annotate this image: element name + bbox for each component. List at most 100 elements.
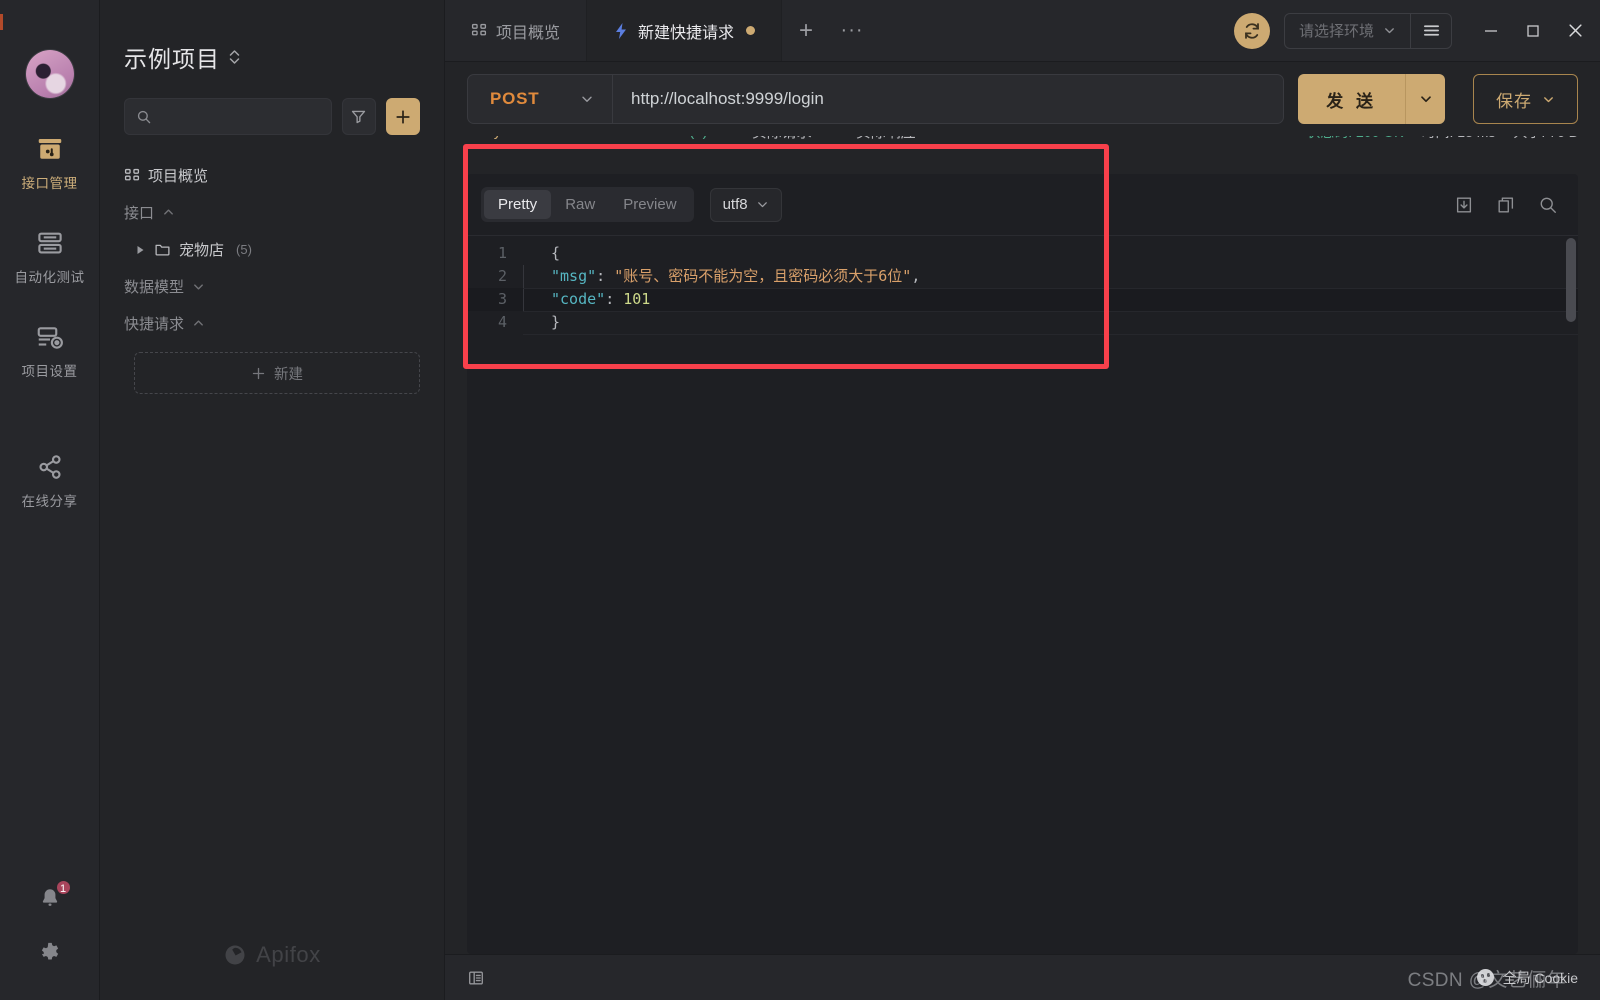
response-scrollbar[interactable]	[1566, 238, 1576, 952]
sidebar-section-label: 接口	[124, 205, 155, 222]
response-body-code[interactable]: 1 { 2 "msg": "账号、密码不能为空，且密码必须大于6位", 3 "c…	[467, 236, 1578, 954]
sidebar-section-quick-requests[interactable]: 快捷请求	[100, 305, 444, 342]
subtab-actual-response[interactable]: 实际响应	[856, 136, 916, 142]
row-separator	[523, 288, 1578, 289]
chevron-up-icon	[192, 317, 205, 330]
code-line: 3 "code": 101	[467, 288, 1578, 311]
sidebar-item-label: 项目概览	[148, 168, 209, 185]
rail-item-label: 在线分享	[21, 494, 78, 509]
view-mode-preview[interactable]: Preview	[609, 190, 690, 219]
subtab-cookie[interactable]: Cookie	[545, 136, 592, 140]
main-area: 项目概览 新建快捷请求 + ··· 请选择环境 POST http://loca…	[445, 0, 1600, 1000]
rail-item-automated-test[interactable]: 自动化测试	[0, 228, 100, 286]
rail-item-online-share[interactable]: 在线分享	[0, 452, 100, 510]
view-mode-raw[interactable]: Raw	[551, 190, 609, 219]
subtab-body[interactable]: Body	[467, 136, 501, 140]
project-sidebar: 示例项目 项目概览 接口 宠物店 (5) 数据模型 快捷请求 新建 Apifox	[100, 0, 445, 1000]
project-name: 示例项目	[124, 46, 220, 72]
rail-item-label: 自动化测试	[14, 270, 85, 285]
sidebar-folder-label: 宠物店	[179, 242, 225, 259]
filter-button[interactable]	[341, 98, 376, 135]
json-string: "账号、密码不能为空，且密码必须大于6位"	[614, 267, 912, 285]
search-input[interactable]	[160, 109, 320, 124]
apifox-watermark-label: Apifox	[256, 942, 321, 967]
chevron-down-icon	[756, 198, 769, 211]
sidebar-section-interfaces[interactable]: 接口	[100, 194, 444, 231]
environment-menu-button[interactable]	[1410, 13, 1451, 48]
notification-badge: 1	[54, 879, 72, 896]
code-line: 1 {	[467, 242, 1578, 265]
more-tabs-button[interactable]: ···	[830, 0, 874, 61]
sidebar-folder-petstore[interactable]: 宠物店 (5)	[100, 231, 444, 268]
sidebar-folder-count: (5)	[236, 242, 252, 257]
tab-label: 项目概览	[496, 24, 561, 42]
notifications-button[interactable]: 1	[37, 879, 72, 912]
rail-item-api-management[interactable]: 接口管理	[0, 134, 100, 192]
code-line: 4 }	[467, 311, 1578, 334]
add-button[interactable]	[385, 98, 420, 135]
cookie-icon	[1476, 969, 1494, 986]
subtab-actual-request[interactable]: 实际请求	[752, 136, 812, 142]
box-icon	[35, 134, 65, 164]
global-cookie-button[interactable]: 全局 Cookie	[1503, 968, 1578, 988]
copy-icon[interactable]	[1496, 195, 1516, 215]
scrollbar-thumb[interactable]	[1566, 238, 1576, 322]
url-input[interactable]	[613, 75, 1284, 123]
environment-select-trigger[interactable]: 请选择环境	[1285, 14, 1410, 48]
request-url-bar: POST 发 送 保存	[445, 62, 1600, 136]
http-method-select[interactable]: POST	[468, 75, 613, 123]
rail-bottom-group: 1	[37, 879, 72, 966]
tab-project-overview[interactable]: 项目概览	[445, 0, 588, 61]
view-mode-pretty[interactable]: Pretty	[484, 190, 552, 219]
sidebar-item-project-overview[interactable]: 项目概览	[100, 157, 444, 194]
download-icon[interactable]	[1454, 195, 1474, 215]
plus-icon	[251, 366, 266, 381]
status-code-text: 状态码: 200 OK	[1306, 136, 1403, 142]
line-number: 2	[497, 267, 507, 285]
status-bar-right: 全局 Cookie	[1476, 968, 1578, 988]
json-punct: :	[596, 267, 615, 285]
subtab-header[interactable]: Header (8)	[636, 136, 708, 140]
sync-button[interactable]	[1233, 12, 1270, 49]
row-separator	[523, 311, 1578, 312]
response-panel: Pretty Raw Preview utf8 1 {2 "msg": "账号…	[467, 174, 1578, 954]
apifox-watermark: Apifox	[100, 942, 444, 968]
user-avatar[interactable]	[25, 50, 74, 98]
chevron-down-icon	[580, 92, 594, 106]
send-button[interactable]: 发 送	[1298, 74, 1405, 124]
folder-icon	[154, 241, 171, 258]
response-toolbar-icons	[1454, 195, 1564, 215]
project-switcher[interactable]: 示例项目	[100, 0, 444, 74]
environment-label: 请选择环境	[1298, 23, 1374, 40]
environment-selector[interactable]: 请选择环境	[1283, 12, 1452, 49]
search-icon	[136, 109, 152, 125]
json-punct: :	[605, 290, 624, 308]
subtab-header-count: (8)	[689, 136, 707, 140]
new-tab-button[interactable]: +	[782, 0, 830, 61]
apifox-logo-icon	[223, 943, 247, 967]
save-button-label: 保存	[1496, 91, 1532, 111]
search-input-wrapper[interactable]	[124, 98, 332, 135]
left-nav-rail: 接口管理 自动化测试 项目设置 在线分享 1	[0, 0, 100, 1000]
tab-new-quick-request[interactable]: 新建快捷请求	[587, 0, 783, 61]
rail-item-project-settings[interactable]: 项目设置	[0, 322, 100, 380]
save-button[interactable]: 保存	[1473, 74, 1578, 124]
search-icon[interactable]	[1538, 195, 1558, 215]
new-quick-request-button[interactable]: 新建	[134, 352, 420, 394]
chevron-up-icon	[162, 206, 175, 219]
response-panel-wrapper: Pretty Raw Preview utf8 1 {2 "msg": "账号…	[445, 166, 1600, 954]
send-options-button[interactable]	[1405, 74, 1445, 124]
sidebar-section-label: 快捷请求	[124, 316, 185, 333]
settings-button[interactable]	[37, 940, 63, 966]
window-maximize-button[interactable]	[1512, 0, 1554, 62]
encoding-label: utf8	[722, 196, 748, 213]
encoding-select[interactable]: utf8	[709, 187, 782, 222]
window-close-button[interactable]	[1554, 0, 1596, 62]
panel-collapse-button[interactable]	[467, 969, 485, 987]
sidebar-search-row	[100, 74, 444, 135]
window-minimize-button[interactable]	[1470, 0, 1512, 62]
server-gear-icon	[35, 322, 65, 352]
grid-icon	[471, 23, 487, 39]
sidebar-section-data-models[interactable]: 数据模型	[100, 268, 444, 305]
line-number: 3	[497, 290, 507, 308]
